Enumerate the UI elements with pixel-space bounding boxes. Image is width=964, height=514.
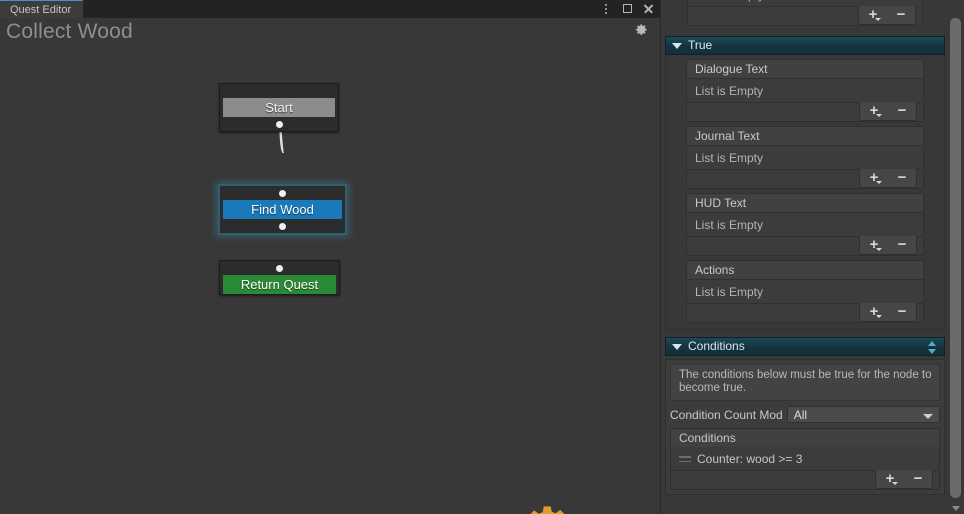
add-button[interactable]: + [864, 7, 882, 23]
graph-node-find-wood[interactable]: Find Wood [218, 184, 347, 235]
inspector-scroll-content: List is Empty + − [661, 0, 949, 514]
list-footer: + − [686, 169, 924, 189]
list-add-remove-buttons: + − [858, 6, 916, 25]
reorder-arrows-icon[interactable] [927, 341, 936, 354]
list-footer: + − [686, 102, 924, 122]
foldout-true[interactable]: True [665, 36, 945, 55]
condition-text: Counter: wood >= 3 [697, 452, 803, 466]
scroll-down-arrow-icon[interactable] [952, 506, 960, 511]
list-header-label: HUD Text [686, 193, 924, 212]
inspector-scrollbar[interactable] [949, 0, 962, 514]
list-add-remove-buttons: + − [859, 169, 917, 188]
graph-node-start[interactable]: Start [219, 83, 339, 132]
chevron-down-icon [672, 42, 682, 49]
remove-button[interactable]: − [893, 237, 911, 253]
remove-button[interactable]: − [893, 304, 911, 320]
condition-count-mod-label: Condition Count Mod [670, 407, 783, 422]
list-actions: Actions List is Empty + − [686, 260, 924, 323]
node-input-ports [220, 84, 338, 98]
drag-handle-icon[interactable] [679, 456, 691, 462]
list-footer: + − [686, 236, 924, 256]
list-empty-text: List is Empty [686, 279, 924, 304]
remove-button[interactable]: − [909, 471, 927, 487]
clipped-list: List is Empty + − [687, 0, 923, 26]
list-dialogue-text: Dialogue Text List is Empty + − [686, 59, 924, 122]
graph-window: Quest Editor Collect Wood Start Find Woo… [0, 0, 660, 514]
list-empty-text: List is Empty [686, 78, 924, 103]
node-output-port[interactable] [220, 117, 338, 131]
list-header-label: Conditions [670, 428, 940, 447]
maximize-icon[interactable] [621, 3, 633, 15]
list-journal-text: Journal Text List is Empty + − [686, 126, 924, 189]
list-add-remove-buttons: + − [859, 303, 917, 322]
list-footer: + − [670, 470, 940, 490]
condition-count-mod-dropdown[interactable]: All [786, 406, 940, 423]
window-controls [600, 0, 654, 18]
tab-quest-editor[interactable]: Quest Editor [0, 0, 84, 18]
foldout-true-label: True [688, 38, 713, 52]
condition-count-mod-value: All [793, 408, 808, 422]
node-title: Find Wood [223, 200, 342, 219]
list-item[interactable]: Counter: wood >= 3 [670, 447, 940, 471]
node-input-port[interactable] [220, 186, 345, 200]
add-button[interactable]: + [865, 304, 883, 320]
remove-button[interactable]: − [893, 170, 911, 186]
list-header-label: Dialogue Text [686, 59, 924, 78]
quest-editor-window: Quest Editor Collect Wood Start Find Woo… [0, 0, 964, 514]
list-header-label: Actions [686, 260, 924, 279]
add-button[interactable]: + [881, 471, 899, 487]
add-button[interactable]: + [865, 170, 883, 186]
gear-icon[interactable] [632, 20, 650, 38]
add-button[interactable]: + [865, 103, 883, 119]
remove-button[interactable]: − [892, 7, 910, 23]
page-title: Collect Wood [6, 20, 133, 43]
scrollbar-thumb[interactable] [950, 18, 961, 498]
foldout-conditions-label: Conditions [688, 339, 745, 353]
conditions-section-body: The conditions below must be true for th… [665, 359, 945, 495]
list-footer: + − [686, 303, 924, 323]
list-empty-text: List is Empty [686, 145, 924, 170]
window-titlebar: Quest Editor [0, 0, 660, 18]
node-output-port[interactable] [220, 219, 345, 233]
list-footer: + − [687, 6, 923, 26]
node-title: Return Quest [223, 275, 336, 294]
chevron-down-icon [672, 343, 682, 350]
list-add-remove-buttons: + − [875, 470, 933, 489]
list-add-remove-buttons: + − [859, 236, 917, 255]
list-hud-text: HUD Text List is Empty + − [686, 193, 924, 256]
kebab-menu-icon[interactable] [600, 3, 612, 15]
list-empty-text: List is Empty [686, 212, 924, 237]
list-header-label: Journal Text [686, 126, 924, 145]
add-button[interactable]: + [865, 237, 883, 253]
list-conditions: Conditions Counter: wood >= 3 + − [670, 428, 940, 490]
graph-node-return-quest[interactable]: Return Quest [219, 260, 340, 295]
foldout-conditions[interactable]: Conditions [665, 337, 945, 356]
close-icon[interactable] [642, 3, 654, 15]
node-graph-canvas[interactable]: Start Find Wood Return Quest [0, 44, 655, 514]
node-title: Start [223, 98, 335, 117]
clipped-list-group: List is Empty + − [661, 0, 949, 36]
inspector-panel: List is Empty + − [660, 0, 964, 514]
list-add-remove-buttons: + − [859, 102, 917, 121]
chevron-down-icon [923, 414, 933, 419]
cog-watermark-icon [516, 496, 580, 514]
conditions-help-text: The conditions below must be true for th… [670, 364, 940, 401]
node-input-port[interactable] [220, 261, 339, 275]
remove-button[interactable]: − [893, 103, 911, 119]
condition-count-mod-row: Condition Count Mod All [670, 405, 940, 424]
true-section-body: Dialogue Text List is Empty + − Journal … [665, 55, 945, 330]
